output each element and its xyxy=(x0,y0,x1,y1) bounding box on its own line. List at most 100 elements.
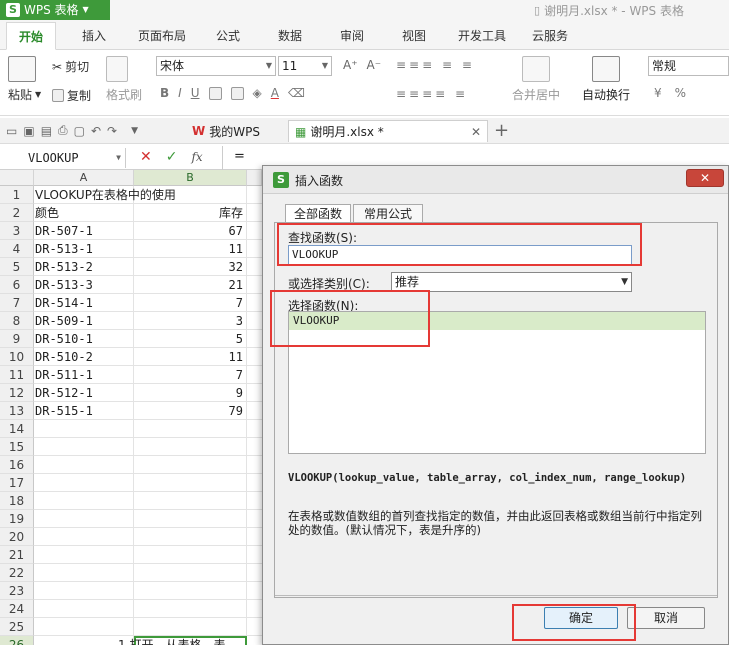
chevron-down-icon[interactable]: ▼ xyxy=(131,126,138,136)
cell-a[interactable] xyxy=(34,492,134,510)
border-icon[interactable] xyxy=(208,86,222,100)
row-number[interactable]: 14 xyxy=(0,420,34,438)
row-number[interactable]: 1 xyxy=(0,186,34,204)
cut-button[interactable]: ✂ 剪切 xyxy=(52,58,89,75)
tab-data[interactable]: 数据 xyxy=(266,22,314,50)
cell-b[interactable]: 32 xyxy=(134,258,247,276)
align-top-buttons[interactable]: ≡≡≡ ≡ ≡ xyxy=(396,58,475,72)
paste-button[interactable]: 粘贴 ▼ xyxy=(8,56,41,103)
cell-a[interactable] xyxy=(34,528,134,546)
tab-view[interactable]: 视图 xyxy=(390,22,438,50)
row-number[interactable]: 23 xyxy=(0,582,34,600)
cell-c[interactable] xyxy=(247,582,262,600)
italic-icon[interactable]: I xyxy=(178,86,182,100)
cell-a[interactable]: DR-513-2 xyxy=(34,258,134,276)
cell-c[interactable] xyxy=(247,186,262,204)
confirm-formula-icon[interactable]: ✓ xyxy=(166,149,178,165)
tab-review[interactable]: 审阅 xyxy=(328,22,376,50)
copy-button[interactable]: 复制 xyxy=(52,87,91,104)
font-size-select[interactable]: 11 ▼ xyxy=(278,56,332,76)
cell-b[interactable] xyxy=(134,420,247,438)
cell-c[interactable] xyxy=(247,492,262,510)
new-tab-icon[interactable]: + xyxy=(494,120,509,142)
cell-a[interactable] xyxy=(34,510,134,528)
cell-c[interactable] xyxy=(247,528,262,546)
category-select[interactable]: 推荐 ▼ xyxy=(391,272,632,292)
cell-b[interactable] xyxy=(134,528,247,546)
cell-b[interactable] xyxy=(134,438,247,456)
close-button[interactable]: ✕ xyxy=(686,169,724,187)
cell-c[interactable] xyxy=(247,636,262,645)
cell-c[interactable] xyxy=(247,312,262,330)
currency-icon[interactable]: ¥ xyxy=(654,86,662,100)
row-number[interactable]: 18 xyxy=(0,492,34,510)
cell-c[interactable] xyxy=(247,276,262,294)
cell-c[interactable] xyxy=(247,258,262,276)
cell-c[interactable] xyxy=(247,474,262,492)
name-box[interactable]: VLOOKUP ▼ xyxy=(0,148,126,168)
tab-insert[interactable]: 插入 xyxy=(70,22,118,50)
cell-a[interactable] xyxy=(34,456,134,474)
formula-input[interactable]: = xyxy=(234,149,245,164)
cell-c[interactable] xyxy=(247,204,262,222)
number-format-select[interactable]: 常规 xyxy=(648,56,729,76)
open-folder-icon[interactable]: ▭ xyxy=(6,124,17,138)
cell-c[interactable] xyxy=(247,366,262,384)
row-number[interactable]: 8 xyxy=(0,312,34,330)
row-number[interactable]: 21 xyxy=(0,546,34,564)
tab-cloud[interactable]: 云服务 xyxy=(524,22,576,50)
row-number[interactable]: 20 xyxy=(0,528,34,546)
cell-c[interactable] xyxy=(247,420,262,438)
tab-page-layout[interactable]: 页面布局 xyxy=(130,22,194,50)
fill-color-icon[interactable]: ◈ xyxy=(253,86,262,100)
tab-my-wps[interactable]: W 我的WPS xyxy=(186,120,266,142)
tab-common-formulas[interactable]: 常用公式 xyxy=(353,204,423,224)
cell-b[interactable]: 库存 xyxy=(134,204,247,222)
cell-b[interactable] xyxy=(134,564,247,582)
cell-c[interactable] xyxy=(247,294,262,312)
row-number[interactable]: 7 xyxy=(0,294,34,312)
cell-a[interactable]: DR-513-3 xyxy=(34,276,134,294)
row-number[interactable]: 11 xyxy=(0,366,34,384)
cell-c[interactable] xyxy=(247,384,262,402)
cancel-formula-icon[interactable]: ✕ xyxy=(140,149,152,165)
font-name-select[interactable]: 宋体 ▼ xyxy=(156,56,276,76)
row-number[interactable]: 9 xyxy=(0,330,34,348)
tab-developer[interactable]: 开发工具 xyxy=(450,22,514,50)
decrease-font-icon[interactable]: A⁻ xyxy=(367,58,382,72)
cell-b[interactable]: 9 xyxy=(134,384,247,402)
cell-c[interactable] xyxy=(247,222,262,240)
font-color-icon[interactable]: A xyxy=(271,86,279,100)
row-number[interactable]: 17 xyxy=(0,474,34,492)
wrap-text-button[interactable]: 自动换行 xyxy=(582,56,630,103)
cell-c[interactable] xyxy=(247,438,262,456)
cell-b[interactable] xyxy=(134,618,247,636)
cell-a[interactable]: VLOOKUP在表格中的使用 xyxy=(34,186,176,204)
print-icon[interactable]: ⎙ xyxy=(58,123,68,138)
cell-b[interactable] xyxy=(134,510,247,528)
save-icon[interactable]: ▣ xyxy=(23,124,34,138)
cell-a[interactable] xyxy=(34,582,134,600)
column-header-a[interactable]: A xyxy=(34,170,134,186)
cell-b[interactable]: 21 xyxy=(134,276,247,294)
tab-document[interactable]: ▦ 谢明月.xlsx * ✕ xyxy=(288,120,488,142)
cell-c[interactable] xyxy=(247,618,262,636)
cell-b[interactable]: 67 xyxy=(134,222,247,240)
cell-a[interactable] xyxy=(34,420,134,438)
cell-c[interactable] xyxy=(247,240,262,258)
row-number[interactable]: 12 xyxy=(0,384,34,402)
cell-a[interactable]: DR-510-2 xyxy=(34,348,134,366)
bold-icon[interactable]: B xyxy=(160,86,169,100)
align-bottom-buttons[interactable]: ≡≡≡≡ ≡ xyxy=(396,87,468,101)
cell-c[interactable] xyxy=(247,510,262,528)
cell-a[interactable] xyxy=(34,438,134,456)
cell-c[interactable] xyxy=(247,402,262,420)
cell-a[interactable]: DR-507-1 xyxy=(34,222,134,240)
cell-b[interactable]: 7 xyxy=(134,366,247,384)
cell-a[interactable] xyxy=(34,474,134,492)
cell-b[interactable] xyxy=(134,492,247,510)
cell-b[interactable] xyxy=(134,456,247,474)
cell-a[interactable]: DR-510-1 xyxy=(34,330,134,348)
cell-b[interactable] xyxy=(134,474,247,492)
row-number[interactable]: 10 xyxy=(0,348,34,366)
